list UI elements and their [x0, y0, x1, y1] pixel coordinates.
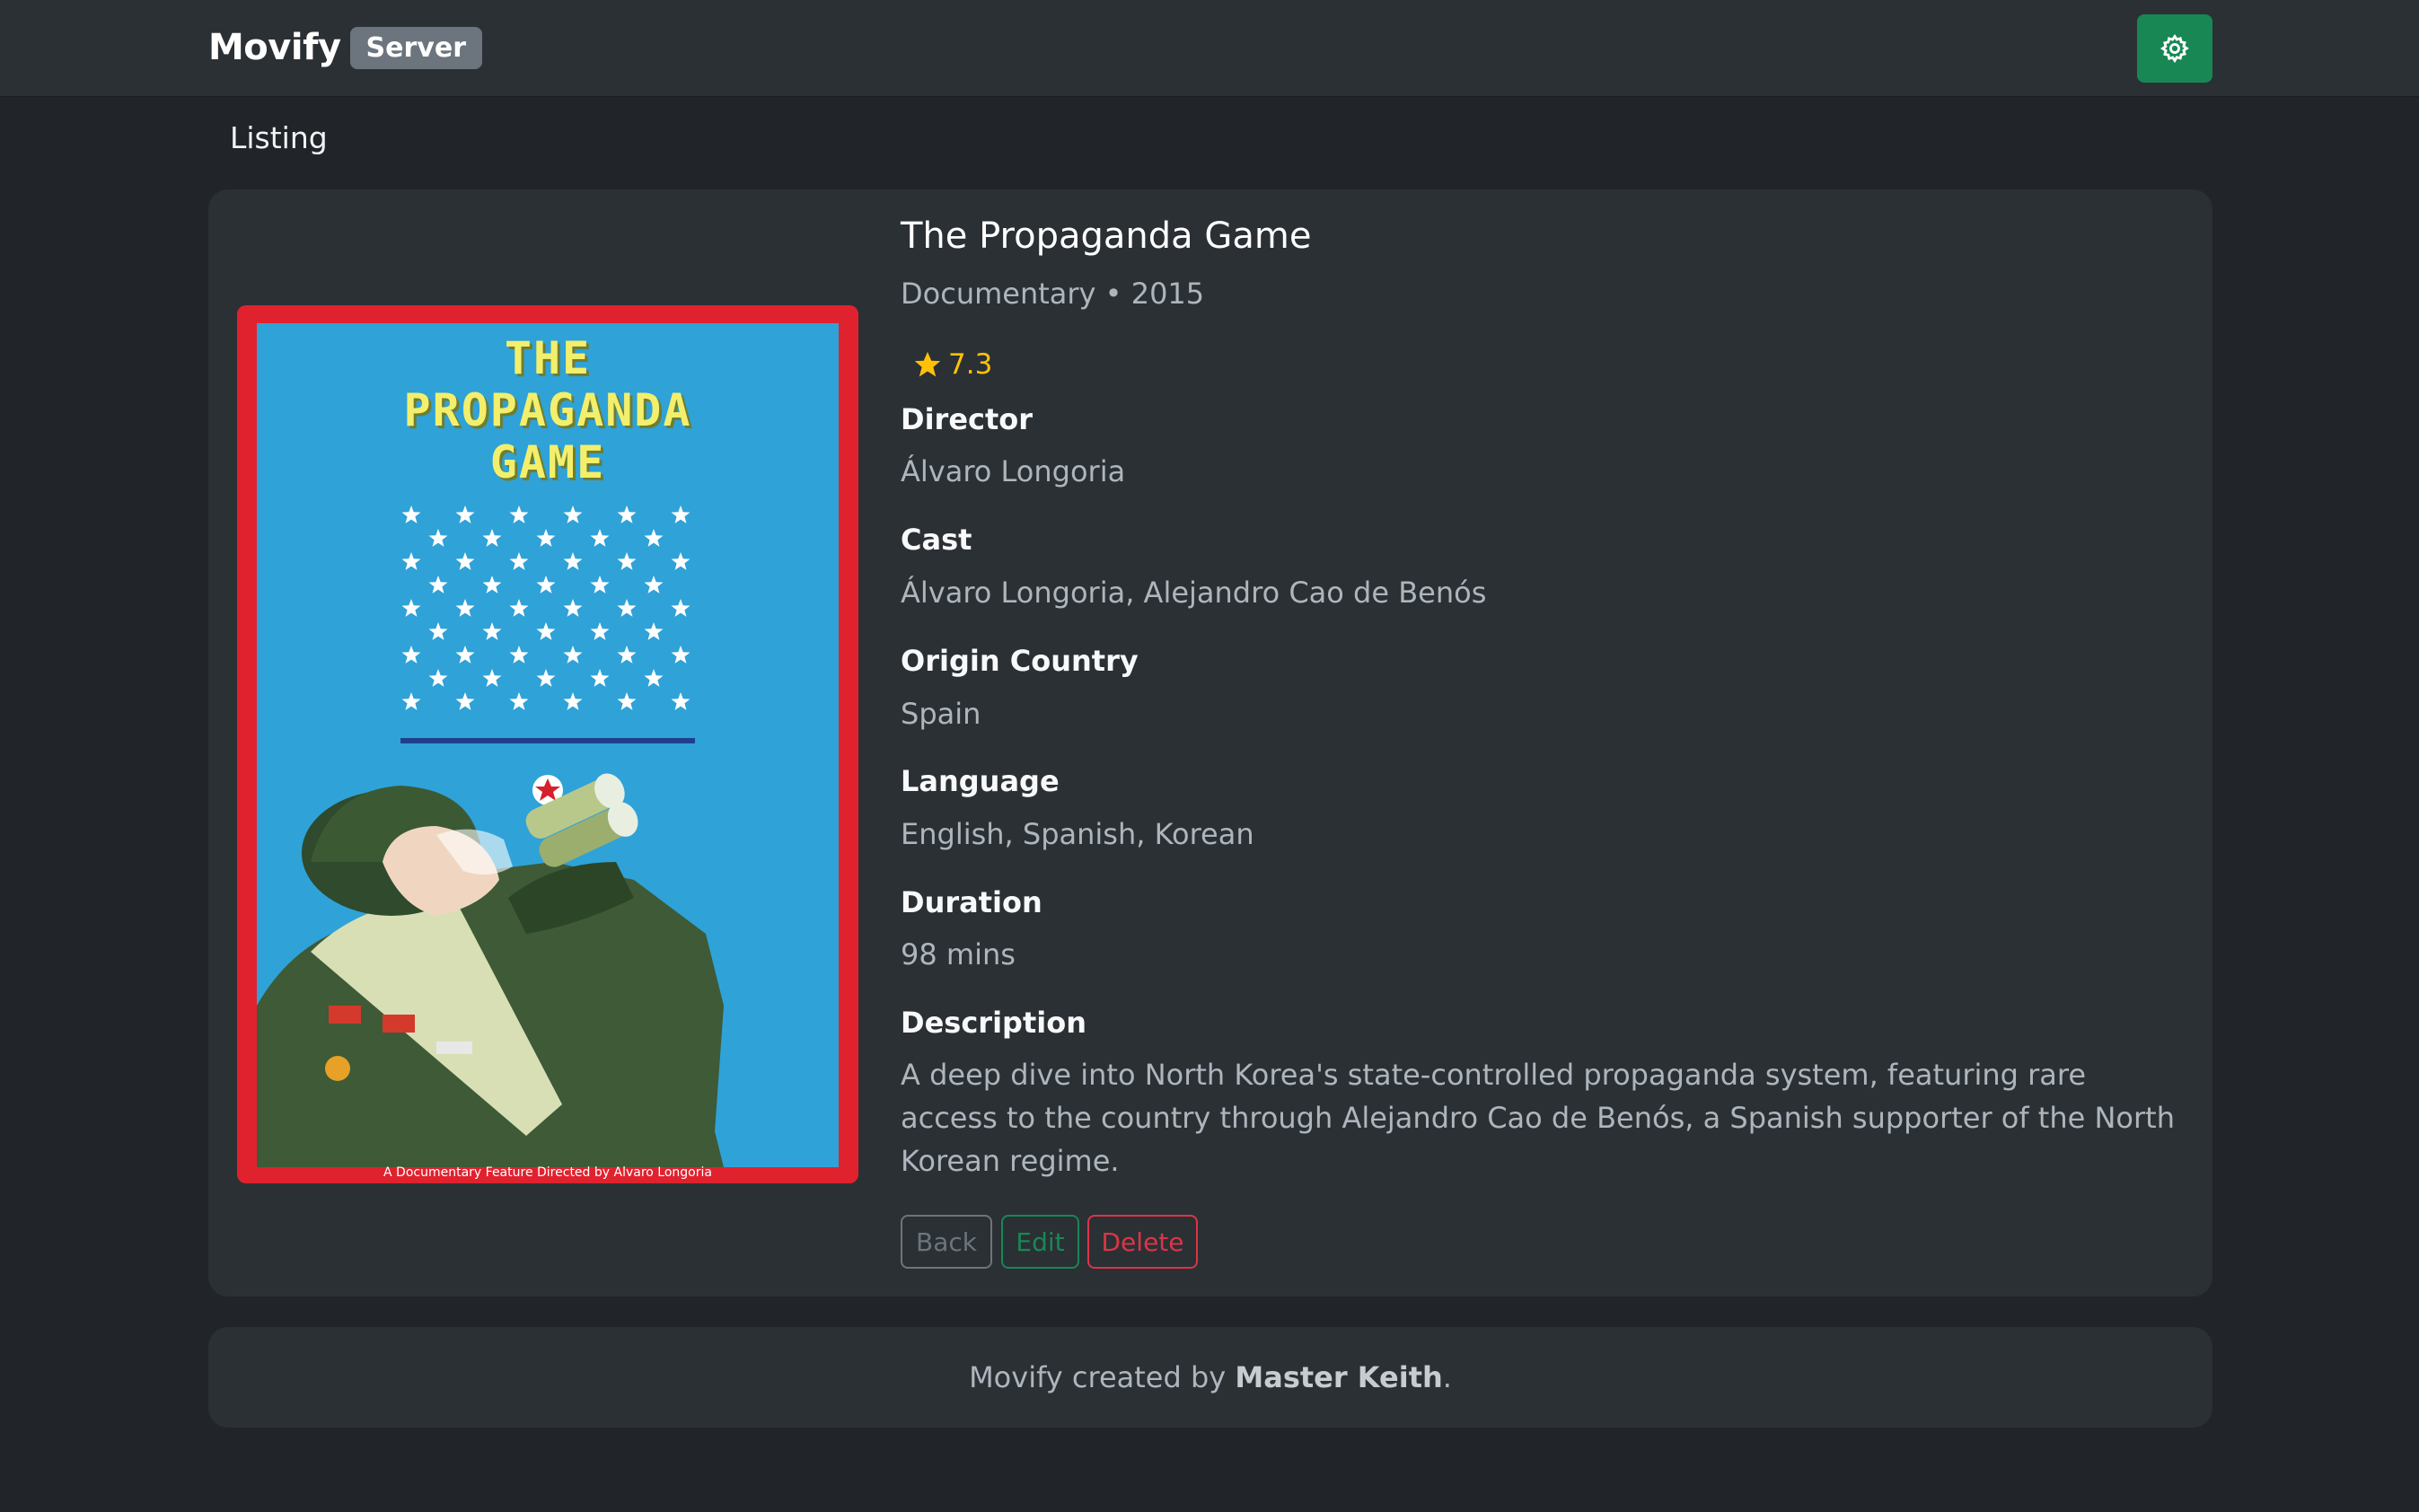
- poster-star: [509, 599, 529, 617]
- poster-star: [590, 622, 610, 640]
- cast-value: Álvaro Longoria, Alejandro Cao de Benós: [901, 576, 1487, 610]
- description-line: Korean regime.: [901, 1144, 1120, 1178]
- poster-star: [563, 646, 583, 664]
- description-line: A deep dive into North Korea's state-con…: [901, 1058, 2087, 1092]
- poster-star: [428, 622, 448, 640]
- back-button[interactable]: Back: [901, 1215, 992, 1269]
- brand-name[interactable]: Movify: [208, 27, 341, 68]
- poster-star: [617, 552, 637, 570]
- poster-star: [509, 692, 529, 710]
- poster-star: [482, 576, 502, 593]
- movie-title: The Propaganda Game: [901, 215, 1312, 257]
- poster-star: [617, 646, 637, 664]
- poster-caption: A Documentary Feature Directed by Alvaro…: [383, 1165, 712, 1180]
- poster-star: [401, 552, 421, 570]
- poster-star: [455, 599, 475, 617]
- server-badge: Server: [349, 26, 482, 69]
- settings-button[interactable]: [2137, 14, 2212, 83]
- poster-star: [671, 505, 691, 523]
- poster-star: [401, 692, 421, 710]
- poster-star: [671, 552, 691, 570]
- language-label: Language: [901, 764, 1060, 798]
- poster-star: [617, 599, 637, 617]
- poster-star: [482, 622, 502, 640]
- footer-author: Master Keith: [1235, 1360, 1443, 1394]
- poster-star: [401, 599, 421, 617]
- poster-star: [617, 505, 637, 523]
- poster-star: [644, 529, 664, 547]
- poster-star: [617, 692, 637, 710]
- director-label: Director: [901, 402, 1034, 436]
- cast-label: Cast: [901, 523, 972, 557]
- movie-genre-year: Documentary • 2015: [901, 277, 1205, 311]
- poster-star: [455, 505, 475, 523]
- poster-illustration: [257, 505, 724, 1167]
- poster-star: [401, 505, 421, 523]
- language-value: English, Spanish, Korean: [901, 817, 1254, 851]
- poster-star: [509, 505, 529, 523]
- poster-divider: [400, 738, 695, 743]
- origin-country-label: Origin Country: [901, 644, 1139, 678]
- poster-star: [644, 622, 664, 640]
- footer: Movify created by Master Keith .: [208, 1327, 2212, 1428]
- poster-soldier: [257, 773, 724, 1167]
- poster-artwork: THE PROPAGANDA GAME: [257, 323, 839, 1167]
- breadcrumb-listing[interactable]: Listing: [230, 120, 328, 155]
- star-icon: [914, 351, 941, 377]
- poster-star: [590, 669, 610, 687]
- poster-star: [482, 529, 502, 547]
- rating-badge: 7.3: [912, 348, 992, 381]
- poster-star: [563, 692, 583, 710]
- poster-star: [455, 692, 475, 710]
- poster-star: [536, 576, 556, 593]
- description-label: Description: [901, 1006, 1086, 1040]
- poster-star: [671, 599, 691, 617]
- poster-star: [509, 646, 529, 664]
- footer-suffix: .: [1442, 1360, 1452, 1394]
- poster-star: [401, 646, 421, 664]
- duration-label: Duration: [901, 885, 1042, 919]
- origin-country-value: Spain: [901, 697, 981, 731]
- poster-star: [563, 505, 583, 523]
- poster-star: [509, 552, 529, 570]
- delete-button[interactable]: Delete: [1087, 1215, 1198, 1269]
- poster-stars: [401, 505, 691, 710]
- poster-star: [536, 622, 556, 640]
- poster-star: [455, 552, 475, 570]
- poster-star: [644, 576, 664, 593]
- poster-star: [671, 692, 691, 710]
- poster-star: [428, 529, 448, 547]
- poster-star: [482, 669, 502, 687]
- duration-value: 98 mins: [901, 937, 1016, 971]
- top-navbar: Movify Server: [0, 0, 2419, 97]
- poster-star: [644, 669, 664, 687]
- edit-button[interactable]: Edit: [1001, 1215, 1079, 1269]
- rating-value: 7.3: [948, 348, 993, 381]
- director-value: Álvaro Longoria: [901, 454, 1126, 488]
- poster-star: [563, 552, 583, 570]
- description-line: access to the country through Alejandro …: [901, 1101, 2175, 1135]
- poster-star: [428, 576, 448, 593]
- poster-star: [590, 576, 610, 593]
- brand[interactable]: Movify Server: [208, 20, 482, 75]
- poster-star: [671, 646, 691, 664]
- poster-star: [536, 529, 556, 547]
- gear-icon: [2160, 34, 2189, 64]
- poster-star: [428, 669, 448, 687]
- movie-poster: THE PROPAGANDA GAME A Documentary Featur…: [237, 305, 858, 1183]
- poster-star: [455, 646, 475, 664]
- footer-prefix: Movify created by: [969, 1360, 1236, 1394]
- poster-star: [563, 599, 583, 617]
- poster-star: [590, 529, 610, 547]
- poster-star: [536, 669, 556, 687]
